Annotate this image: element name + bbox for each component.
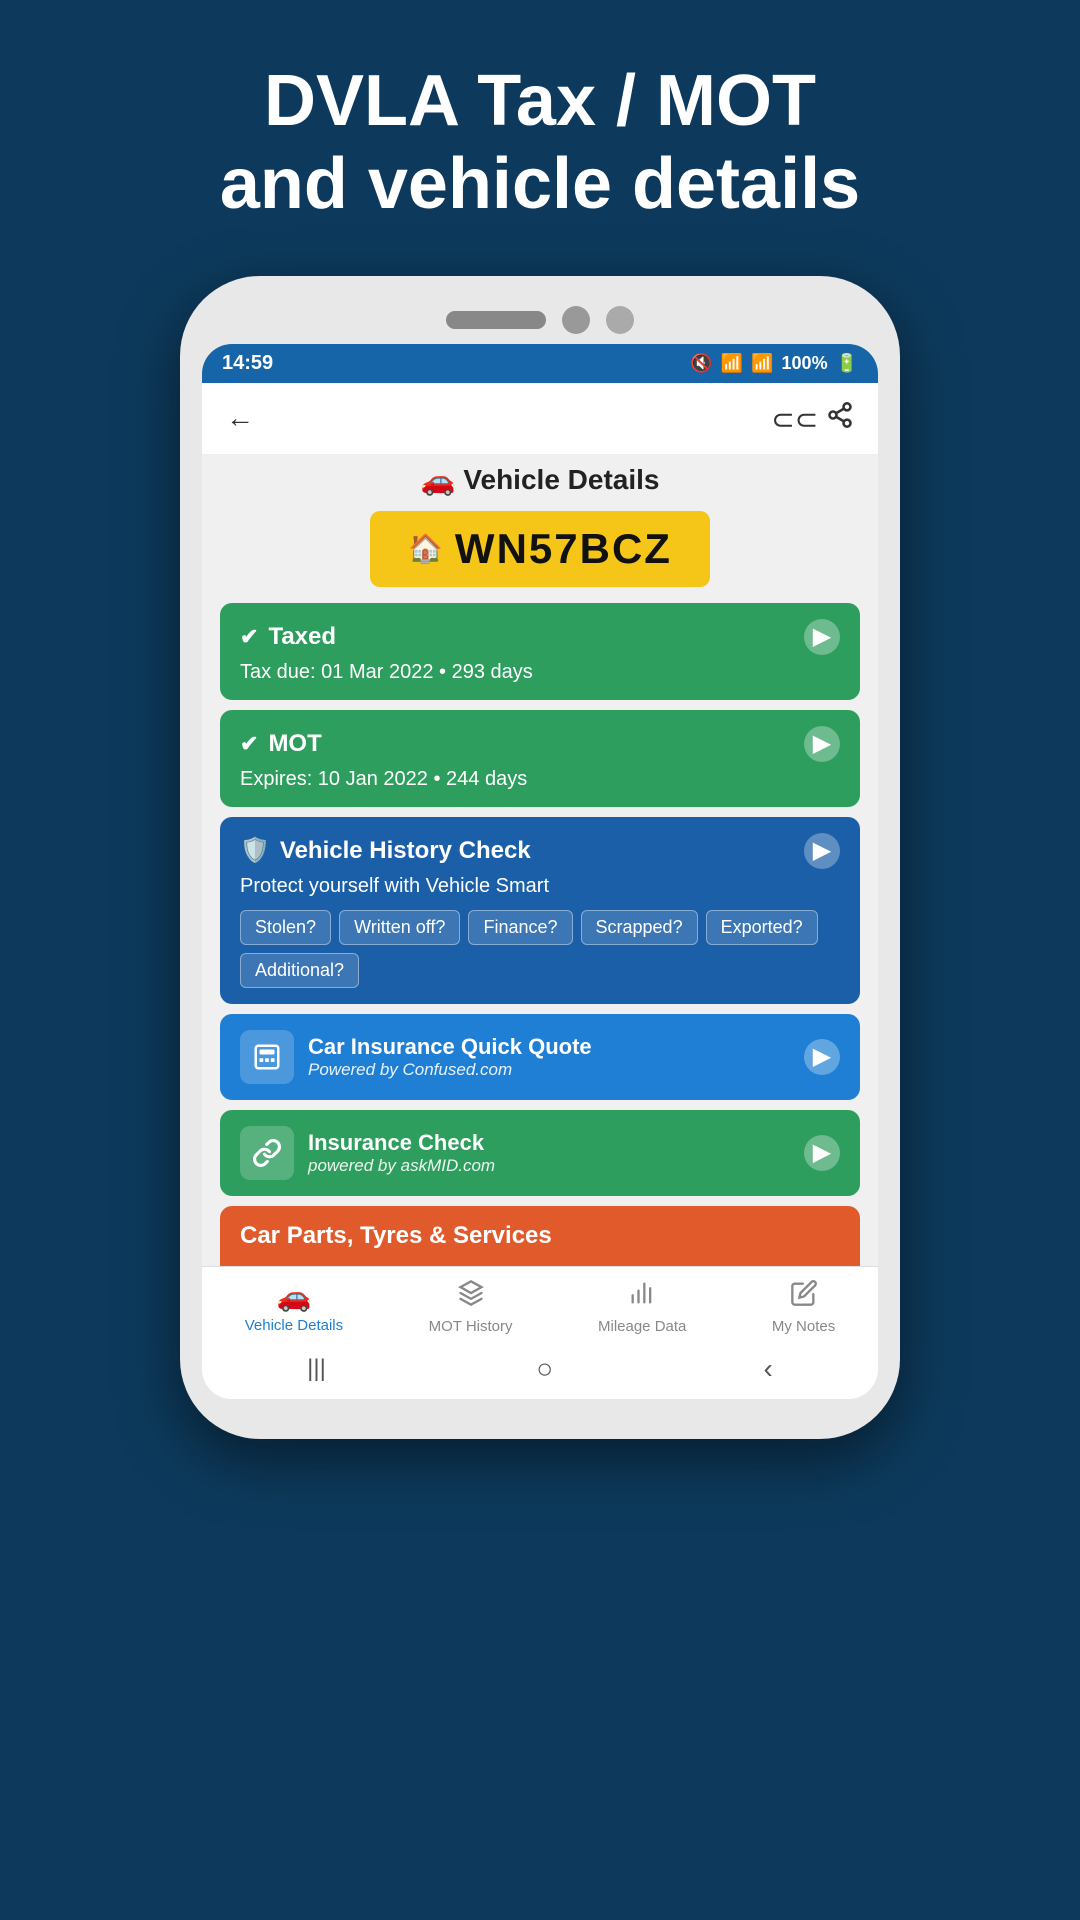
nav-mileage-label: Mileage Data (598, 1318, 686, 1335)
app-header: DVLA Tax / MOT and vehicle details (180, 60, 900, 226)
nav-mot-label: MOT History (429, 1318, 513, 1335)
nav-mot-history[interactable]: MOT History (429, 1279, 513, 1335)
vehicle-icon: 🚗 (421, 464, 456, 497)
taxed-arrow: ▶ (804, 619, 840, 655)
insurance-check-title: Insurance Check (308, 1130, 495, 1156)
badge-writtenoff[interactable]: Written off? (339, 910, 460, 945)
taxed-card[interactable]: ✔ Taxed ▶ Tax due: 01 Mar 2022 • 293 day… (220, 603, 860, 700)
gesture-bar: ||| ○ ‹ (202, 1343, 878, 1399)
battery-text: 100% (782, 353, 828, 374)
share-button[interactable]: ⊂⊂ (771, 401, 854, 436)
insurance-quote-sub: Powered by Confused.com (308, 1060, 592, 1080)
history-card[interactable]: 🛡️ Vehicle History Check ▶ Protect yours… (220, 817, 860, 1004)
taxed-subtitle: Tax due: 01 Mar 2022 • 293 days (240, 661, 840, 684)
status-icons: 🔇 📶 📶 100% 🔋 (690, 353, 858, 374)
phone-screen: 14:59 🔇 📶 📶 100% 🔋 ← ⊂⊂ 🚗 (202, 344, 878, 1399)
insurance-quote-arrow: ▶ (804, 1039, 840, 1075)
shield-icon: 🛡️ (240, 836, 270, 865)
mot-icon (457, 1279, 485, 1314)
insurance-quote-inner: Car Insurance Quick Quote Powered by Con… (240, 1030, 592, 1084)
nav-notes-label: My Notes (772, 1318, 835, 1335)
history-arrow: ▶ (804, 833, 840, 869)
insurance-quote-title: Car Insurance Quick Quote (308, 1034, 592, 1060)
header-line1: DVLA Tax / MOT (220, 60, 860, 143)
phone-camera (562, 306, 590, 334)
phone-camera2 (606, 306, 634, 334)
chart-icon (628, 1279, 656, 1314)
parts-title: Car Parts, Tyres & Services (240, 1222, 552, 1250)
notes-icon (790, 1279, 818, 1314)
gesture-home[interactable]: ○ (536, 1353, 553, 1385)
mot-card[interactable]: ✔ MOT ▶ Expires: 10 Jan 2022 • 244 days (220, 710, 860, 807)
plate-icon: 🏠 (408, 532, 443, 565)
vehicle-title: 🚗 Vehicle Details (220, 464, 860, 497)
history-badges: Stolen? Written off? Finance? Scrapped? … (240, 910, 840, 988)
license-plate: 🏠 WN57BCZ (370, 511, 710, 587)
badge-scrapped[interactable]: Scrapped? (581, 910, 698, 945)
phone-frame: 14:59 🔇 📶 📶 100% 🔋 ← ⊂⊂ 🚗 (180, 276, 900, 1439)
car-icon: 🚗 (276, 1280, 311, 1313)
mot-title: ✔ MOT (240, 730, 322, 758)
gesture-back[interactable]: ‹ (763, 1353, 772, 1385)
status-bar: 14:59 🔇 📶 📶 100% 🔋 (202, 344, 878, 383)
bottom-nav: 🚗 Vehicle Details MOT History (202, 1266, 878, 1343)
gesture-recent[interactable]: ||| (307, 1355, 326, 1383)
link-icon (240, 1126, 294, 1180)
mute-icon: 🔇 (690, 353, 712, 374)
phone-top (202, 306, 878, 334)
calculator-icon (240, 1030, 294, 1084)
parts-card[interactable]: Car Parts, Tyres & Services (220, 1206, 860, 1266)
header-line2: and vehicle details (220, 143, 860, 226)
taxed-title: ✔ Taxed (240, 623, 336, 651)
insurance-check-inner: Insurance Check powered by askMID.com (240, 1126, 495, 1180)
badge-exported[interactable]: Exported? (706, 910, 818, 945)
badge-stolen[interactable]: Stolen? (240, 910, 331, 945)
signal-icon: 📶 (751, 353, 773, 374)
history-title: 🛡️ Vehicle History Check (240, 836, 531, 865)
insurance-quote-card[interactable]: Car Insurance Quick Quote Powered by Con… (220, 1014, 860, 1100)
battery-icon: 🔋 (836, 353, 858, 374)
nav-vehicle-details[interactable]: 🚗 Vehicle Details (245, 1280, 343, 1334)
nav-mileage[interactable]: Mileage Data (598, 1279, 686, 1335)
nav-vehicle-label: Vehicle Details (245, 1317, 343, 1334)
app-topbar: ← ⊂⊂ (202, 383, 878, 454)
insurance-check-arrow: ▶ (804, 1135, 840, 1171)
insurance-check-sub: powered by askMID.com (308, 1156, 495, 1176)
insurance-check-card[interactable]: Insurance Check powered by askMID.com ▶ (220, 1110, 860, 1196)
history-subtitle: Protect yourself with Vehicle Smart (240, 875, 840, 898)
mot-arrow: ▶ (804, 726, 840, 762)
back-button[interactable]: ← (226, 402, 254, 434)
insurance-quote-text: Car Insurance Quick Quote Powered by Con… (308, 1034, 592, 1080)
plate-number: WN57BCZ (455, 525, 672, 573)
check-icon-mot: ✔ (240, 731, 258, 757)
wifi-icon: 📶 (721, 353, 743, 374)
nav-notes[interactable]: My Notes (772, 1279, 835, 1335)
insurance-check-text: Insurance Check powered by askMID.com (308, 1130, 495, 1176)
status-time: 14:59 (222, 352, 273, 375)
vehicle-title-text: Vehicle Details (463, 464, 659, 496)
app-content: 🚗 Vehicle Details 🏠 WN57BCZ ✔ Taxed ▶ Ta… (202, 454, 878, 1266)
mot-subtitle: Expires: 10 Jan 2022 • 244 days (240, 768, 840, 791)
phone-speaker (446, 311, 546, 329)
check-icon-taxed: ✔ (240, 624, 258, 650)
badge-additional[interactable]: Additional? (240, 953, 359, 988)
badge-finance[interactable]: Finance? (468, 910, 572, 945)
